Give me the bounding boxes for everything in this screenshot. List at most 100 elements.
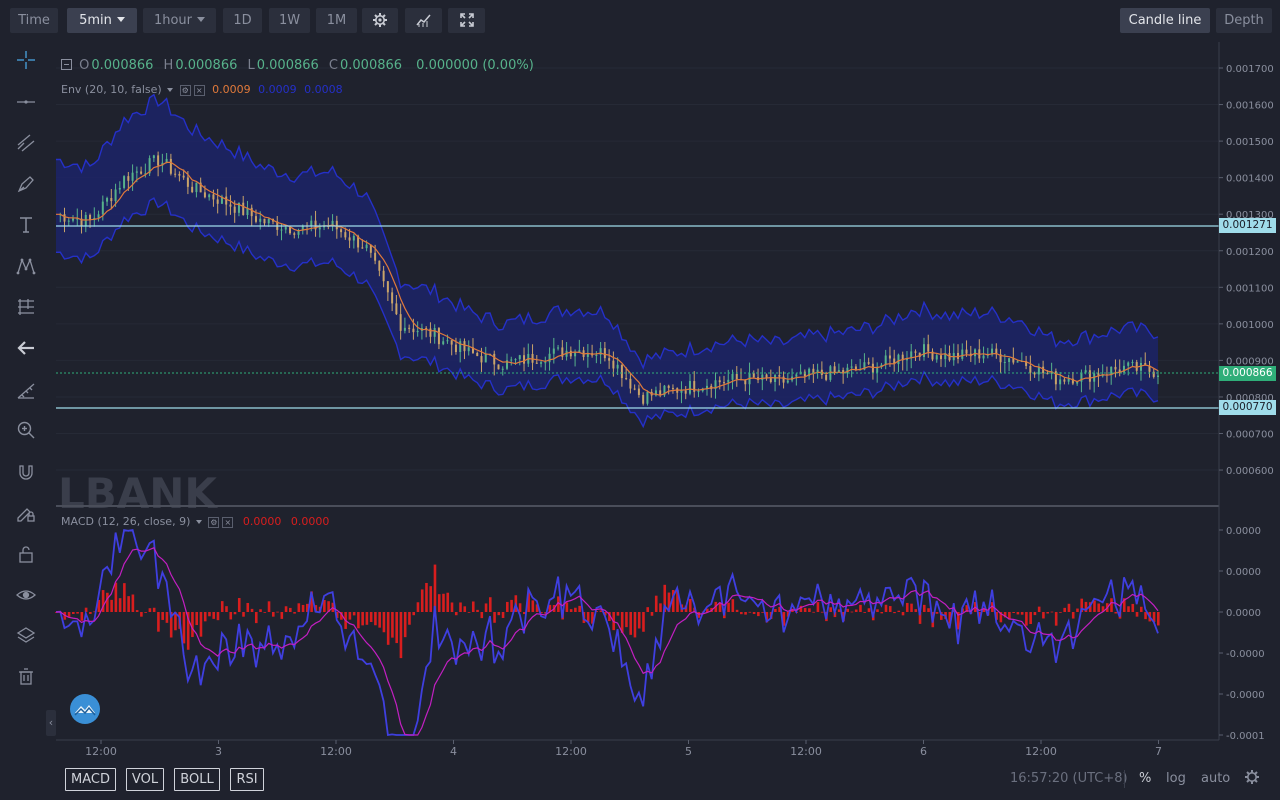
candle-body — [442, 341, 445, 345]
macd-bar — [727, 602, 730, 612]
macd-bar — [280, 612, 284, 619]
macd-toggle-button[interactable]: MACD — [65, 768, 116, 791]
macd-bar — [89, 612, 92, 614]
candle-body — [927, 344, 930, 352]
chart-settings-button[interactable] — [1244, 769, 1260, 789]
macd-bar — [289, 607, 292, 612]
price-tick-label: 0.000600 — [1226, 466, 1274, 477]
candle-body — [684, 390, 687, 394]
candle-body — [884, 355, 887, 365]
envelope-label[interactable]: Env (20, 10, false) — [61, 83, 162, 96]
candle-body — [965, 349, 968, 354]
time-tick-label: 12:00 — [320, 745, 352, 758]
macd-bar — [488, 597, 492, 612]
price-tag-upper: 0.001271 — [1219, 218, 1276, 233]
caret-down-icon[interactable] — [167, 88, 174, 92]
macd-bar — [1157, 612, 1160, 626]
macd-bar — [140, 612, 143, 617]
macd-bar — [420, 589, 424, 612]
candle-body — [723, 382, 726, 384]
indicator-close-icon[interactable]: × — [222, 516, 234, 528]
macd-bar — [897, 610, 901, 612]
macd-bar — [391, 612, 394, 638]
rsi-toggle-button[interactable]: RSI — [230, 768, 264, 791]
macd-bar — [195, 612, 199, 626]
high-label: H — [163, 58, 174, 73]
macd-bar — [501, 612, 505, 618]
candle-body — [131, 172, 134, 181]
macd-bar — [293, 612, 296, 614]
price-axis[interactable]: 0.0017000.0016000.0015000.0014000.001300… — [1219, 64, 1274, 477]
macd-bar — [1054, 612, 1058, 626]
candle-body — [501, 368, 504, 370]
macd-bar — [518, 603, 522, 612]
macd-bar — [1016, 612, 1020, 615]
candle-body — [293, 233, 296, 235]
macd-bar — [1012, 612, 1015, 613]
candle-body — [399, 314, 402, 331]
candle-body — [110, 198, 113, 202]
candle-body — [642, 394, 645, 404]
candle-body — [871, 363, 874, 373]
macd-bar — [493, 612, 496, 623]
macd-bar — [774, 609, 777, 612]
macd-axis[interactable]: 0.0000 0.0000 0.0000 -0.0000 -0.0000 -0.0001 — [1219, 526, 1265, 742]
chart-canvas[interactable]: LBANK 0.001700 0.001600 0.001500 0.001400 0.… — [0, 0, 1280, 800]
macd-tick-label: -0.0001 — [1226, 731, 1265, 742]
bottom-bar: MACD VOL BOLL RSI 16:57:20 (UTC+8) % log… — [0, 760, 1280, 800]
candle-body — [216, 199, 219, 204]
candle-body — [395, 303, 398, 315]
macd-bar — [127, 596, 130, 612]
indicator-settings-icon[interactable]: ⚙ — [179, 84, 191, 96]
macd-bar — [246, 602, 250, 612]
macd-bar — [1025, 612, 1028, 626]
macd-bar — [403, 612, 407, 638]
candle-body — [114, 189, 117, 202]
candle-body — [982, 355, 985, 359]
candle-body — [1127, 362, 1130, 366]
macd-bar — [497, 612, 501, 616]
macd-bar — [203, 612, 207, 622]
candle-body — [174, 173, 177, 175]
boll-toggle-button[interactable]: BOLL — [174, 768, 220, 791]
macd-bar — [199, 612, 203, 637]
indicator-close-icon[interactable]: × — [193, 84, 205, 96]
macd-bar — [578, 605, 581, 612]
macd-bar — [574, 607, 577, 612]
macd-bar — [454, 612, 458, 616]
candle-body — [72, 218, 75, 221]
indicator-settings-icon[interactable]: ⚙ — [208, 516, 220, 528]
macd-bar — [748, 611, 752, 613]
time-axis[interactable]: 12:00 3 12:00 4 12:00 5 12:00 6 12:00 7 — [85, 740, 1162, 758]
log-scale-button[interactable]: log — [1166, 771, 1186, 786]
candle-body — [412, 328, 415, 333]
macd-bar — [901, 612, 905, 616]
macd-bar — [263, 612, 267, 613]
vol-toggle-button[interactable]: VOL — [126, 768, 164, 791]
candle-body — [493, 353, 496, 365]
lbank-logo-icon[interactable] — [70, 694, 100, 724]
caret-down-icon[interactable] — [195, 520, 202, 524]
macd-bar — [1059, 612, 1062, 613]
candle-body — [552, 348, 555, 354]
percent-scale-button[interactable]: % — [1139, 771, 1151, 786]
candle-body — [812, 368, 815, 374]
macd-label[interactable]: MACD (12, 26, close, 9) — [61, 515, 190, 528]
macd-legend: MACD (12, 26, close, 9) ⚙ × 0.0000 0.0000 — [61, 515, 329, 528]
price-tick-label: 0.001400 — [1226, 174, 1274, 185]
candle-body — [374, 252, 377, 261]
time-tick-label: 12:00 — [85, 745, 117, 758]
macd-bar — [254, 612, 258, 624]
macd-bar — [374, 612, 377, 626]
candle-body — [152, 155, 155, 159]
auto-scale-button[interactable]: auto — [1201, 771, 1230, 786]
collapse-legend-icon[interactable] — [61, 59, 72, 70]
macd-bar — [242, 612, 245, 617]
macd-bar — [744, 612, 747, 615]
candle-body — [540, 362, 543, 364]
macd-bar — [859, 604, 862, 612]
candle-body — [625, 378, 628, 380]
clock: 16:57:20 (UTC+8) — [1010, 771, 1128, 786]
macd-bar — [284, 606, 288, 612]
candle-body — [97, 214, 100, 218]
